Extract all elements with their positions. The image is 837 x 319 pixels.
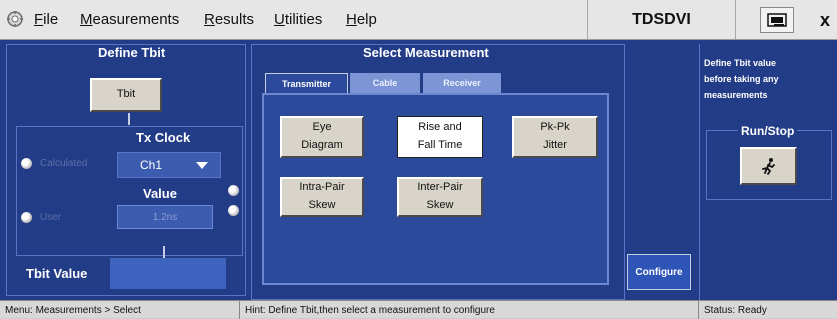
tab-receiver[interactable]: Receiver [423, 73, 501, 93]
menu-bar: File Measurements Results Utilities Help… [0, 0, 837, 40]
hint-line-2: before taking any [704, 74, 779, 84]
intra-pair-label-2: Skew [308, 199, 336, 211]
status-ready: Status: Ready [704, 304, 767, 316]
hint-message: Define Tbit value before taking any meas… [704, 55, 832, 103]
user-radio[interactable] [21, 212, 32, 223]
chevron-down-icon [196, 162, 208, 169]
status-bar: Menu: Measurements > Select Hint: Define… [0, 300, 837, 319]
status-hint: Hint: Define Tbit,then select a measurem… [240, 301, 699, 319]
menu-utilities[interactable]: Utilities [274, 11, 322, 28]
run-stop-label: Run/Stop [738, 124, 798, 138]
value-indicator-top [228, 185, 239, 196]
tbit-value-connector-line [163, 246, 165, 258]
app-name: TDSDVI [587, 0, 736, 39]
close-button[interactable]: x [808, 7, 837, 33]
value-label: Value [143, 186, 177, 201]
pk-pk-jitter-button[interactable]: Pk-Pk Jitter [512, 116, 598, 158]
tbit-value-field [110, 258, 226, 289]
app-logo-icon [7, 11, 23, 27]
rise-fall-label-1: Rise and [418, 121, 462, 134]
running-man-icon [761, 158, 775, 175]
eye-diagram-label-2: Diagram [301, 139, 343, 151]
tx-clock-dropdown[interactable]: Ch1 [117, 152, 221, 178]
eye-diagram-label-1: Eye [312, 121, 332, 134]
intra-pair-skew-button[interactable]: Intra-Pair Skew [280, 177, 364, 217]
inter-pair-skew-button[interactable]: Inter-Pair Skew [397, 177, 483, 217]
menu-file[interactable]: File [34, 11, 58, 28]
menu-results[interactable]: Results [204, 11, 254, 28]
define-tbit-title: Define Tbit [98, 45, 166, 60]
tab-cable[interactable]: Cable [350, 73, 420, 93]
rise-fall-time-button[interactable]: Rise and Fall Time [397, 116, 483, 158]
rise-fall-label-2: Fall Time [417, 139, 463, 151]
inter-pair-label-2: Skew [426, 199, 454, 211]
eye-diagram-button[interactable]: Eye Diagram [280, 116, 364, 158]
tx-clock-selected: Ch1 [140, 158, 163, 172]
intra-pair-label-1: Intra-Pair [299, 181, 345, 194]
user-label: User [40, 212, 62, 223]
configure-button[interactable]: Configure [627, 254, 691, 290]
hint-line-3: measurements [704, 90, 768, 100]
tx-clock-frame [16, 126, 243, 256]
status-menu-path: Menu: Measurements > Select [0, 301, 240, 319]
minimize-icon [767, 13, 787, 27]
calculated-label: Calculated [40, 158, 88, 169]
menu-help[interactable]: Help [346, 11, 377, 28]
inter-pair-label-1: Inter-Pair [417, 181, 463, 194]
value-indicator-bottom [228, 205, 239, 216]
calculated-radio[interactable] [21, 158, 32, 169]
hint-line-1: Define Tbit value [704, 58, 777, 68]
menu-measurements[interactable]: Measurements [80, 11, 179, 28]
tab-transmitter[interactable]: Transmitter [265, 73, 348, 93]
run-stop-button[interactable] [740, 147, 797, 185]
pk-pk-label-1: Pk-Pk [540, 121, 570, 134]
tx-clock-label: Tx Clock [136, 130, 191, 145]
select-measurement-title: Select Measurement [363, 45, 489, 60]
tbit-value-label: Tbit Value [26, 266, 88, 281]
pk-pk-label-2: Jitter [543, 139, 567, 151]
tbit-connector-line [128, 113, 130, 125]
user-value-field[interactable]: 1.2ns [117, 205, 213, 229]
tbit-button[interactable]: Tbit [90, 78, 162, 112]
minimize-button[interactable] [760, 7, 794, 33]
